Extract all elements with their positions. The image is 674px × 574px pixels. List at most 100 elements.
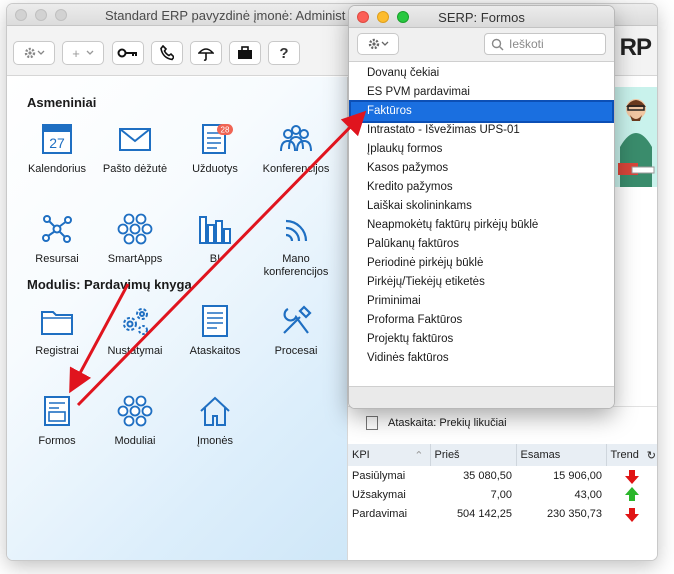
list-item[interactable]: Kasos pažymos [349,159,614,178]
kpi-current: 230 350,73 [546,507,602,520]
list-item[interactable]: Pirkėjų/Tiekėjų etiketės [349,273,614,292]
list-item[interactable]: Projektų faktūros [349,330,614,349]
forms-titlebar: SERP: Formos [349,6,614,28]
tile-my-conferences[interactable]: Mano konferencijos [256,211,336,279]
tile-modules[interactable]: Moduliai [95,393,175,448]
calendar-day: 27 [49,135,65,151]
kpi-name: Pasiūlymai [352,469,406,482]
table-row[interactable]: Pardavimai 504 142,25 230 350,73 [348,504,657,523]
tile-label: Užduotys [192,163,238,175]
smartapps-icon [117,213,153,245]
kpi-header-row: KPI ⌃ Prieš Esamas Trend ↻ [348,444,657,466]
tile-label: Kalendorius [27,163,87,175]
kpi-before: 7,00 [490,488,512,501]
forms-settings-button[interactable] [357,33,399,55]
close-window-button[interactable] [15,9,27,21]
tile-companies[interactable]: Įmonės [175,393,255,448]
phone-button[interactable] [151,41,183,65]
sort-arrow-icon: ⌃ [414,449,424,462]
minimize-window-button[interactable] [35,9,47,21]
trend-down-icon [625,507,639,522]
list-item[interactable]: ES PVM pardavimai [349,83,614,102]
settings-menu-button[interactable] [13,41,55,65]
list-item[interactable]: Vidinės faktūros [349,349,614,368]
zoom-window-button[interactable] [55,9,67,21]
personal-section-title: Asmeniniai [27,95,97,110]
list-item[interactable]: Laiškai skolininkams [349,197,614,216]
list-item[interactable]: Periodinė pirkėjų būklė [349,254,614,273]
current-col-header[interactable]: Esamas [516,444,607,466]
list-item[interactable]: Palūkanų faktūros [349,235,614,254]
tile-label: Registrai [35,345,79,357]
forms-toolbar: Ieškoti [349,28,614,62]
wifi-icon [285,219,308,242]
tile-forms[interactable]: Formos [17,393,97,448]
search-icon [491,38,504,51]
kpi-name: Užsakymai [352,488,406,501]
briefcase-button[interactable] [229,41,261,65]
tile-label: Pašto dėžutė [102,163,168,175]
list-item[interactable]: Priminimai [349,292,614,311]
list-item[interactable]: Dovanų čekiai [349,64,614,83]
list-item[interactable]: Įplaukų formos [349,140,614,159]
tile-smartapps[interactable]: SmartApps [95,211,175,266]
table-row[interactable]: Užsakymai 7,00 43,00 [348,485,657,504]
trend-up-icon [625,486,639,501]
conferences-icon [280,125,312,152]
kpi-before: 35 080,50 [463,469,512,482]
tile-resources[interactable]: Resursai [17,211,97,266]
kpi-before: 504 142,25 [456,507,512,520]
help-icon: ? [279,44,289,62]
briefcase-icon [238,46,252,59]
tile-label: Konferencijos [262,163,330,175]
bi-chart-icon [199,216,231,244]
trend-down-icon [625,469,639,484]
tile-label: Mano konferencijos [263,253,329,278]
tile-calendar[interactable]: 27 Kalendorius [17,121,97,176]
tile-label: SmartApps [107,253,163,265]
tile-settings[interactable]: Nustatymai [95,303,175,358]
trend-col-header[interactable]: Trend ↻ [606,444,657,466]
banner-image [608,87,657,187]
list-item[interactable]: Proforma Faktūros [349,311,614,330]
modules-icon [117,395,153,427]
document-icon [366,415,378,430]
tile-registers[interactable]: Registrai [17,303,97,358]
refresh-icon[interactable]: ↻ [647,449,657,462]
tile-conferences[interactable]: Konferencijos [256,121,336,176]
kpi-current: 43,00 [574,488,602,501]
before-col-header[interactable]: Prieš [430,444,517,466]
folder-icon [41,311,73,335]
search-placeholder: Ieškoti [509,37,544,51]
phone-icon [160,45,174,61]
forms-icon [44,396,70,426]
tasks-icon: 28 [202,124,233,154]
forms-window: SERP: Formos Ieškoti Dovanų čekiai ES PV… [349,6,614,408]
tile-processes[interactable]: Procesai [256,303,336,358]
report-row[interactable]: Ataskaita: Prekių likučiai [348,406,657,438]
resources-icon [42,215,72,243]
new-record-button[interactable]: + [62,41,104,65]
list-item-selected[interactable]: Faktūros [349,100,614,123]
report-label: Ataskaita: Prekių likučiai [388,416,507,429]
list-item[interactable]: Neapmokėtų faktūrų pirkėjų būklė [349,216,614,235]
home-icon [200,396,230,426]
reports-icon [202,305,228,337]
list-item[interactable]: Intrastato - Išvežimas UPS-01 [349,121,614,140]
tile-mailbox[interactable]: Pašto dėžutė [95,121,175,176]
umbrella-button[interactable] [190,41,222,65]
kpi-col-header[interactable]: KPI ⌃ [348,444,431,466]
gear-icon [368,38,389,50]
tile-label: Įmonės [196,435,234,447]
table-row[interactable]: Pasiūlymai 35 080,50 15 906,00 [348,466,657,485]
key-button[interactable] [112,41,144,65]
window-title: SERP: Formos [438,10,525,25]
tile-tasks[interactable]: 28 Užduotys [175,121,255,176]
tile-reports[interactable]: Ataskaitos [175,303,255,358]
list-item[interactable]: Kredito pažymos [349,178,614,197]
help-button[interactable]: ? [268,41,300,65]
search-input[interactable]: Ieškoti [484,33,606,55]
erp-logo: RP [619,34,652,61]
tile-label: Formos [38,435,76,447]
tile-bi[interactable]: BI [175,211,255,266]
